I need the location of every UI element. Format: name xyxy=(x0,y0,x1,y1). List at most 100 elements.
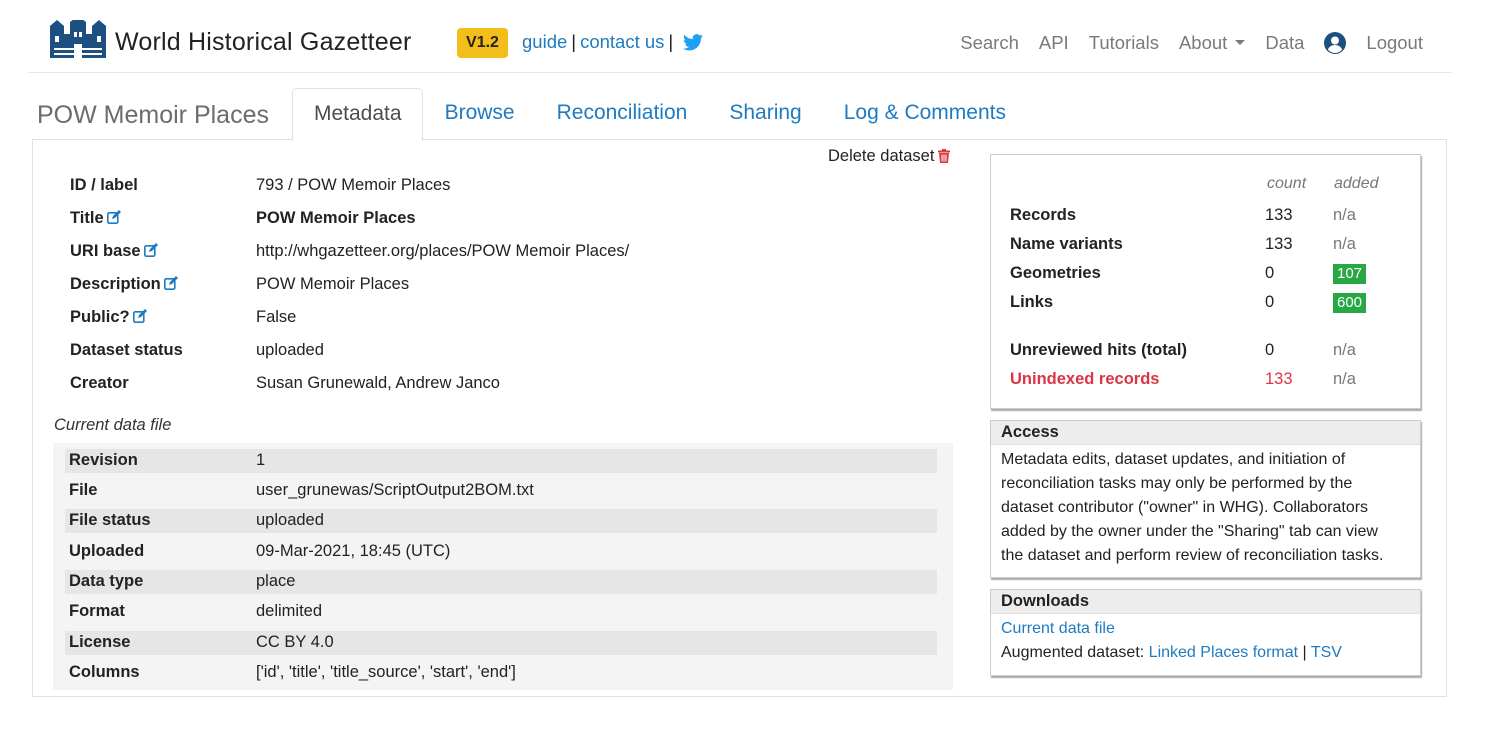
downloads-box: Downloads Current data file Augmented da… xyxy=(990,589,1421,676)
meta-label: Public? xyxy=(70,308,148,327)
edit-icon[interactable] xyxy=(106,210,122,224)
trash-icon xyxy=(938,149,951,163)
access-line: reconciliation tasks may only be perform… xyxy=(1001,475,1353,492)
linked-places-link[interactable]: Linked Places format xyxy=(1149,644,1298,661)
tsv-link[interactable]: TSV xyxy=(1311,644,1342,661)
tab-browse[interactable]: Browse xyxy=(424,88,535,140)
table-row: Revision 1 xyxy=(53,443,953,473)
table-row: Format delimited xyxy=(53,594,953,620)
chevron-down-icon xyxy=(1235,40,1246,45)
file-label: File status xyxy=(69,511,151,529)
delete-dataset-button[interactable]: Delete dataset xyxy=(828,147,951,166)
stats-label: Unreviewed hits (total) xyxy=(1010,341,1187,359)
meta-value: POW Memoir Places xyxy=(256,209,416,227)
edit-icon[interactable] xyxy=(143,243,159,257)
tab-reconciliation[interactable]: Reconciliation xyxy=(536,88,708,140)
stats-label: Links xyxy=(1010,293,1054,311)
user-profile[interactable] xyxy=(1324,32,1347,54)
meta-value: POW Memoir Places xyxy=(256,275,410,293)
stats-label: Name variants xyxy=(1010,235,1123,253)
stats-label: Geometries xyxy=(1010,264,1101,282)
brand-title[interactable]: World Historical Gazetteer xyxy=(115,28,412,57)
augmented-label: Augmented dataset: xyxy=(1001,644,1145,661)
file-value: 09-Mar-2021, 18:45 (UTC) xyxy=(256,542,451,560)
top-links: guide | contact us | xyxy=(522,31,704,53)
link-separator: | xyxy=(571,31,577,52)
file-value: delimited xyxy=(256,602,323,620)
file-value: ['id', 'title', 'title_source', 'start',… xyxy=(256,663,516,681)
file-value: place xyxy=(256,572,296,590)
stats-count: 133 xyxy=(1265,206,1293,224)
downloads-heading: Downloads xyxy=(991,590,1420,614)
access-line: the dataset and perform review of reconc… xyxy=(1001,547,1384,564)
table-row: File status uploaded xyxy=(53,503,953,533)
stats-count: 0 xyxy=(1265,264,1275,282)
meta-label: URI base xyxy=(70,242,159,261)
meta-value: 793 / POW Memoir Places xyxy=(256,176,451,194)
meta-label: Title xyxy=(70,209,122,228)
added-header: added xyxy=(1334,175,1379,192)
tab-metadata[interactable]: Metadata xyxy=(292,88,423,141)
stats-label: Records xyxy=(1010,206,1077,224)
current-file-download-link[interactable]: Current data file xyxy=(1001,620,1115,637)
stats-row-name-variants: Name variants 133 n/a xyxy=(1010,235,1410,259)
stats-added: n/a xyxy=(1333,341,1356,359)
main-nav: Search API Tutorials About Data Logout xyxy=(960,32,1423,54)
guide-link[interactable]: guide xyxy=(522,31,567,52)
access-line: dataset contributor ("owner" in WHG). Co… xyxy=(1001,499,1369,516)
navbar: World Historical Gazetteer V1.2 guide | co… xyxy=(28,0,1452,73)
meta-label: Dataset status xyxy=(70,341,183,359)
table-row: File user_grunewas/ScriptOutput2BOM.txt xyxy=(53,473,953,499)
link-separator: | xyxy=(668,31,674,52)
stats-count: 0 xyxy=(1265,341,1275,359)
stats-row-unindexed: Unindexed records 133 n/a xyxy=(1010,370,1410,394)
stats-added: n/a xyxy=(1333,370,1356,388)
access-heading: Access xyxy=(991,421,1420,445)
file-label: Columns xyxy=(69,663,140,681)
table-row: Columns ['id', 'title', 'title_source', … xyxy=(53,655,953,681)
stats-row-unreviewed: Unreviewed hits (total) 0 n/a xyxy=(1010,341,1410,365)
file-label: File xyxy=(69,481,98,499)
file-label: Revision xyxy=(69,451,138,469)
stats-label: Unindexed records xyxy=(1010,370,1160,388)
nav-logout[interactable]: Logout xyxy=(1366,32,1423,54)
added-badge: 600 xyxy=(1333,293,1367,313)
tab-log-comments[interactable]: Log & Comments xyxy=(823,88,1026,140)
meta-value: uploaded xyxy=(256,341,324,359)
table-row: License CC BY 4.0 xyxy=(53,625,953,655)
nav-about-dropdown[interactable]: About xyxy=(1178,32,1246,54)
table-row: Uploaded 09-Mar-2021, 18:45 (UTC) xyxy=(53,534,953,560)
nav-api[interactable]: API xyxy=(1039,32,1069,54)
access-text: Metadata edits, dataset updates, and ini… xyxy=(991,445,1420,571)
meta-value: http://whgazetteer.org/places/POW Memoir… xyxy=(256,242,630,260)
castle-logo-icon[interactable] xyxy=(50,20,106,60)
meta-label: Creator xyxy=(70,374,129,392)
twitter-icon[interactable] xyxy=(683,34,704,51)
nav-about-label: About xyxy=(1178,32,1228,53)
meta-value: False xyxy=(256,308,297,326)
stats-count: 0 xyxy=(1265,293,1275,311)
stats-count: 133 xyxy=(1265,370,1293,388)
nav-data[interactable]: Data xyxy=(1265,32,1304,54)
version-badge: V1.2 xyxy=(457,28,508,58)
edit-icon[interactable] xyxy=(163,276,179,290)
nav-search[interactable]: Search xyxy=(960,32,1019,54)
nav-tutorials[interactable]: Tutorials xyxy=(1089,32,1159,54)
tab-sharing[interactable]: Sharing xyxy=(708,88,821,140)
delete-dataset-label: Delete dataset xyxy=(828,147,935,165)
access-line: Metadata edits, dataset updates, and ini… xyxy=(1001,451,1346,468)
access-line: added by the owner under the "Sharing" t… xyxy=(1001,523,1378,540)
stats-row-records: Records 133 n/a xyxy=(1010,206,1410,230)
meta-value: Susan Grunewald, Andrew Janco xyxy=(256,374,500,392)
access-box: Access Metadata edits, dataset updates, … xyxy=(990,420,1421,578)
file-label: Format xyxy=(69,602,125,620)
edit-icon[interactable] xyxy=(132,309,148,323)
stats-row-links: Links 0 600 xyxy=(1010,293,1410,317)
meta-label-text: Description xyxy=(70,275,161,293)
meta-label: Description xyxy=(70,275,179,294)
file-label: License xyxy=(69,633,131,651)
current-file-heading: Current data file xyxy=(54,416,172,434)
contact-link[interactable]: contact us xyxy=(580,31,664,52)
dataset-title: POW Memoir Places xyxy=(37,101,269,129)
license-link[interactable]: CC BY 4.0 xyxy=(256,633,334,652)
